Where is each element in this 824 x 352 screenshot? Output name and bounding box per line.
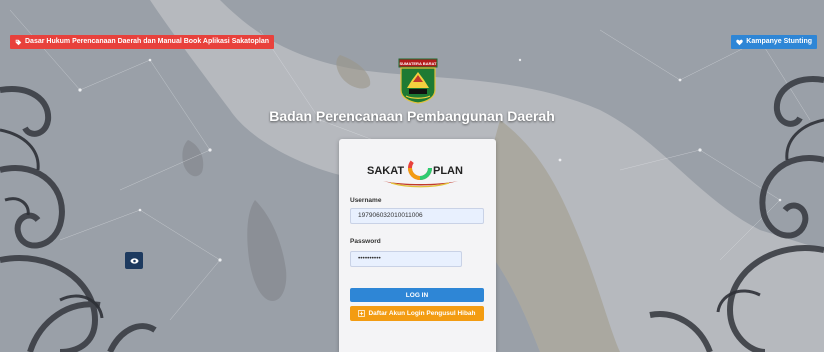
password-input[interactable]: •••••••••• xyxy=(350,251,462,267)
toggle-password-button[interactable] xyxy=(125,252,143,269)
login-button[interactable]: LOG IN xyxy=(350,288,484,302)
legal-basis-link-label: Dasar Hukum Perencanaan Daerah dan Manua… xyxy=(25,38,270,45)
tag-icon xyxy=(15,39,22,45)
eye-icon xyxy=(129,257,139,264)
login-card: SAKAT PLAN Username 197906032010011006 P… xyxy=(339,139,496,352)
username-label: Username xyxy=(350,197,382,204)
agency-title: Badan Perencanaan Pembangunan Daerah xyxy=(269,108,555,124)
province-emblem: SUMATERA BARAT xyxy=(398,58,438,104)
password-label: Password xyxy=(350,238,381,245)
plus-square-icon xyxy=(358,310,366,317)
legal-basis-link[interactable]: Dasar Hukum Perencanaan Daerah dan Manua… xyxy=(10,35,275,49)
sakatoplan-logo: SAKAT PLAN xyxy=(367,156,463,188)
login-button-label: LOG IN xyxy=(405,291,429,299)
emblem-caption: SUMATERA BARAT xyxy=(399,61,437,66)
stunting-campaign-link[interactable]: Kampanye Stunting xyxy=(731,35,817,49)
heart-icon xyxy=(736,39,743,45)
brand-left-text: SAKAT xyxy=(367,165,404,177)
username-input[interactable]: 197906032010011006 xyxy=(350,208,484,224)
brand-right-text: PLAN xyxy=(433,165,463,177)
stunting-campaign-label: Kampanye Stunting xyxy=(746,38,812,45)
register-hibah-button[interactable]: Daftar Akun Login Pengusul Hibah xyxy=(350,306,484,321)
register-hibah-label: Daftar Akun Login Pengusul Hibah xyxy=(368,310,476,317)
